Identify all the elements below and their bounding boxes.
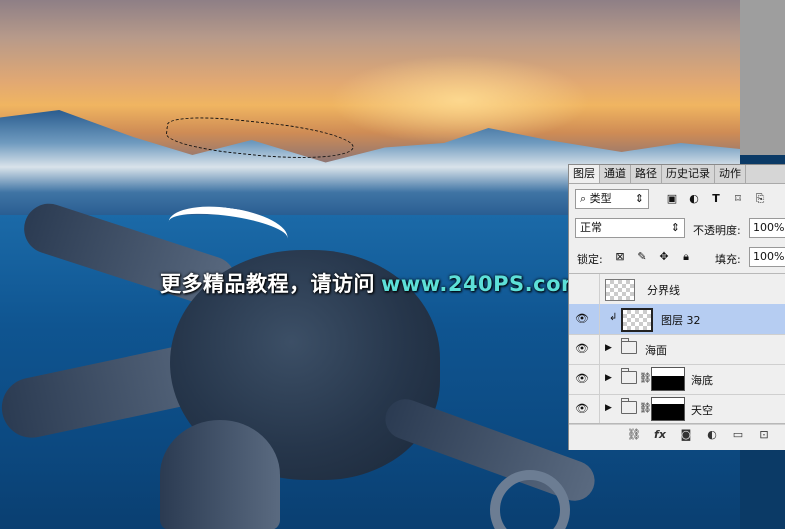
layer-mask-thumbnail[interactable] <box>651 367 685 391</box>
blend-mode-label: 正常 <box>580 221 602 234</box>
expand-arrow-icon[interactable]: ▶ <box>605 403 612 413</box>
workspace-background <box>740 0 785 155</box>
opacity-input[interactable]: 100% <box>749 218 785 238</box>
layer-thumbnail <box>621 308 653 332</box>
layer-name: 图层 32 <box>661 314 701 327</box>
tab-layers[interactable]: 图层 <box>569 165 600 183</box>
layers-list: 分界线 👁︎ ↲ 图层 32 👁︎ ▶ 海面 👁︎ ▶ ⛓︎ 海底 👁︎ ▶ ⛓… <box>569 273 785 425</box>
smart-object-filter-icon[interactable]: ⎘ <box>753 192 767 206</box>
expand-arrow-icon[interactable]: ▶ <box>605 343 612 353</box>
lock-paint-icon[interactable]: ✎ <box>635 250 649 264</box>
layer-name: 海底 <box>691 374 713 387</box>
tab-history[interactable]: 历史记录 <box>662 165 715 183</box>
blend-row: 正常 ⇕ 不透明度: 100% <box>569 216 785 240</box>
watermark-url: www.240PS.com <box>381 272 584 296</box>
eye-icon[interactable]: 👁︎ <box>575 342 591 355</box>
opacity-label: 不透明度: <box>693 224 741 237</box>
panel-footer: ⛓︎ fx ◙ ◐ ▭ ⊡ <box>569 423 785 446</box>
expand-arrow-icon[interactable]: ▶ <box>605 373 612 383</box>
tab-channels[interactable]: 通道 <box>600 165 631 183</box>
layer-name: 分界线 <box>647 284 680 297</box>
folder-icon <box>621 338 637 354</box>
kind-filter-select[interactable]: ⌕ 类型 ⇕ <box>575 189 649 209</box>
watermark-text: 更多精品教程，请访问 <box>160 272 375 296</box>
lock-label: 锁定: <box>577 253 603 266</box>
layers-panel: 图层 通道 路径 历史记录 动作 ⌕ 类型 ⇕ ▣ ◐ T ⌑ ⎘ 正常 ⇕ 不透明… <box>568 164 785 450</box>
folder-icon <box>621 398 637 414</box>
layer-row[interactable]: 👁︎ ▶ ⛓︎ 海底 <box>569 364 785 395</box>
octopus-arm <box>160 420 280 529</box>
image-filter-icon[interactable]: ▣ <box>665 192 679 206</box>
tab-paths[interactable]: 路径 <box>631 165 662 183</box>
mask-icon[interactable]: ◙ <box>679 428 693 442</box>
layer-row-selected[interactable]: 👁︎ ↲ 图层 32 <box>569 304 785 335</box>
select-arrow-icon: ⇕ <box>670 221 680 234</box>
lock-move-icon[interactable]: ✥ <box>657 250 671 264</box>
lock-all-icon[interactable]: 🔒︎ <box>679 250 693 264</box>
filter-row: ⌕ 类型 ⇕ ▣ ◐ T ⌑ ⎘ <box>569 187 785 211</box>
watermark: 更多精品教程，请访问 www.240PS.com <box>160 268 583 298</box>
link-icon: ⛓︎ <box>639 373 652 384</box>
tab-actions[interactable]: 动作 <box>715 165 746 183</box>
layer-name: 海面 <box>645 344 667 357</box>
select-arrow-icon: ⇕ <box>634 192 644 205</box>
search-icon: ⌕ <box>580 192 590 205</box>
adjustment-icon[interactable]: ◐ <box>705 428 719 442</box>
layer-thumbnail <box>605 279 635 301</box>
layer-name: 天空 <box>691 404 713 417</box>
eye-icon[interactable]: 👁︎ <box>575 372 591 385</box>
new-layer-icon[interactable]: ⊡ <box>757 428 771 442</box>
layer-row[interactable]: 👁︎ ▶ 海面 <box>569 334 785 365</box>
folder-icon <box>621 368 637 384</box>
adjustment-filter-icon[interactable]: ◐ <box>687 192 701 206</box>
lock-row: 锁定: ⊠ ✎ ✥ 🔒︎ 填充: 100% <box>569 245 785 269</box>
layer-row[interactable]: 分界线 <box>569 274 785 305</box>
layer-mask-thumbnail[interactable] <box>651 397 685 421</box>
link-icon: ⛓︎ <box>639 403 652 414</box>
shape-filter-icon[interactable]: ⌑ <box>731 192 745 206</box>
group-icon[interactable]: ▭ <box>731 428 745 442</box>
lock-transparent-icon[interactable]: ⊠ <box>613 250 627 264</box>
fill-label: 填充: <box>715 253 741 266</box>
blend-mode-select[interactable]: 正常 ⇕ <box>575 218 685 238</box>
panel-tabs: 图层 通道 路径 历史记录 动作 <box>569 165 785 184</box>
type-filter-icon[interactable]: T <box>709 192 723 206</box>
fill-input[interactable]: 100% <box>749 247 785 267</box>
link-layers-icon[interactable]: ⛓︎ <box>627 428 641 442</box>
clip-arrow-icon: ↲ <box>609 312 618 323</box>
kind-filter-label: 类型 <box>589 192 612 205</box>
eye-icon[interactable]: 👁︎ <box>575 402 591 415</box>
fx-icon[interactable]: fx <box>653 428 667 442</box>
eye-icon[interactable]: 👁︎ <box>575 312 591 325</box>
layer-row[interactable]: 👁︎ ▶ ⛓︎ 天空 <box>569 394 785 425</box>
